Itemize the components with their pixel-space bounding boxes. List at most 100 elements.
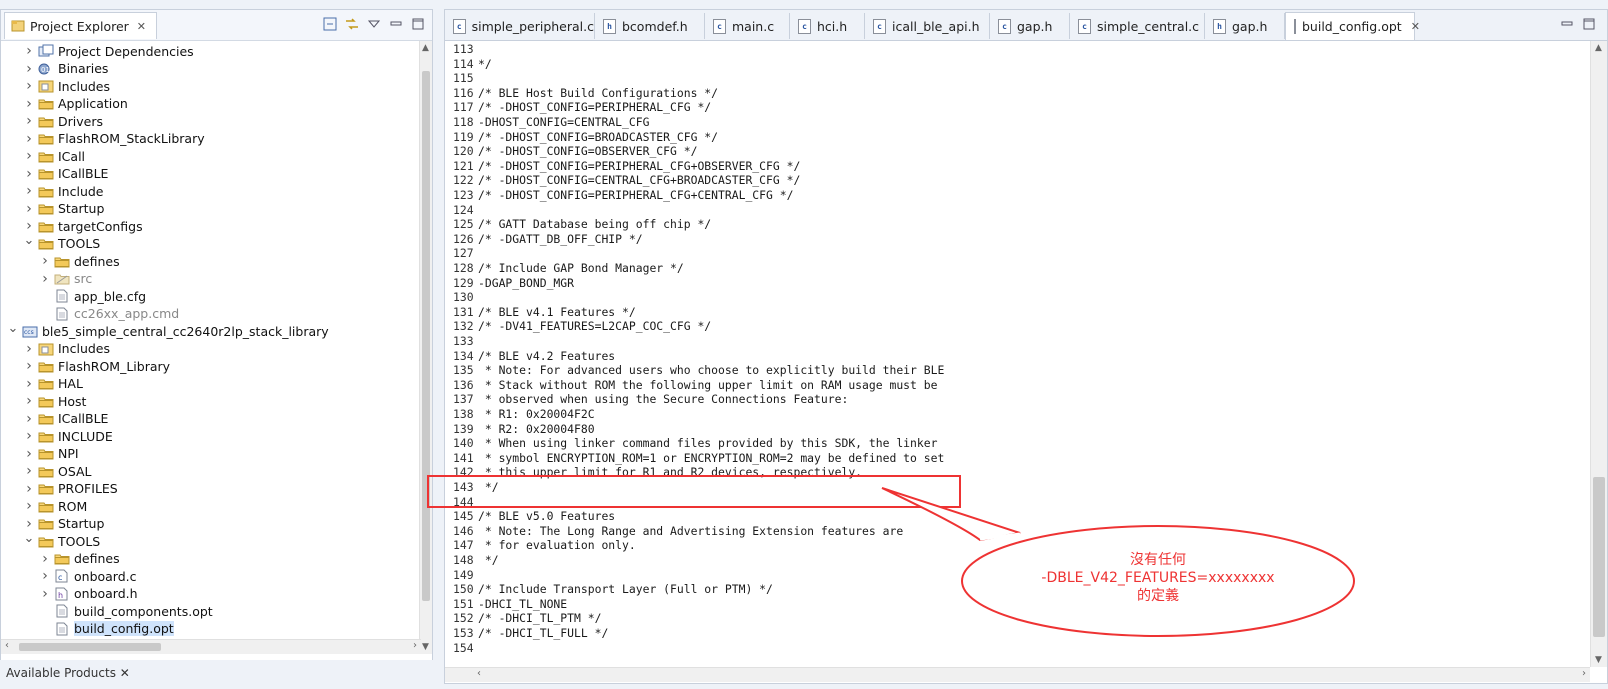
tree-item-cc26xx-app-cmd[interactable]: cc26xx_app.cmd [39, 305, 179, 323]
minimize-icon[interactable] [388, 16, 404, 32]
available-products-tab[interactable]: Available Products ✕ [6, 666, 130, 680]
code-line[interactable]: 150 /* Include Transport Layer (Full or P… [453, 582, 773, 597]
chevron-right-icon[interactable]: › [23, 498, 35, 514]
code-line[interactable]: 115 [453, 71, 478, 86]
code-line[interactable]: 131 /* BLE v4.1 Features */ [453, 305, 636, 320]
editor-tab-hci-h[interactable]: c hci.h [790, 13, 865, 39]
maximize-icon[interactable] [410, 16, 426, 32]
tree-horizontal-scrollbar[interactable]: ‹ › [1, 639, 421, 654]
chevron-right-icon[interactable]: › [23, 516, 35, 532]
code-line[interactable]: 123 /* -DHOST_CONFIG=PERIPHERAL_CFG+CENTR… [453, 188, 793, 203]
editor-horizontal-scrollbar[interactable]: ‹ › [445, 667, 1590, 682]
code-line[interactable]: 151 -DHCI_TL_NONE [453, 597, 567, 612]
code-line[interactable]: 133 [453, 334, 478, 349]
chevron-right-icon[interactable]: › [23, 78, 35, 94]
tree-vertical-scrollbar[interactable]: ▲ ▼ [419, 41, 432, 654]
chevron-right-icon[interactable]: › [23, 446, 35, 462]
code-line[interactable]: 153 /* -DHCI_TL_FULL */ [453, 626, 608, 641]
project-explorer-tab[interactable]: Project Explorer ✕ [4, 12, 158, 39]
editor-tab-main-c[interactable]: c main.c [705, 13, 790, 39]
editor-scroll-thumb[interactable] [1593, 477, 1605, 637]
chevron-right-icon[interactable]: › [23, 183, 35, 199]
tree-item-npi[interactable]: › NPI [23, 445, 78, 463]
editor-tab-simple-central-c[interactable]: c simple_central.c [1070, 13, 1205, 39]
tree-item-profiles[interactable]: › PROFILES [23, 480, 118, 498]
tree-hscroll-thumb[interactable] [19, 643, 161, 651]
code-line[interactable]: 113 [453, 42, 478, 57]
tree-scroll-thumb[interactable] [422, 71, 430, 601]
tree-item-targetconfigs[interactable]: › targetConfigs [23, 217, 142, 235]
tree-item-flashrom-stacklibrary[interactable]: › FlashROM_StackLibrary [23, 130, 204, 148]
tree-item-includes[interactable]: › Includes [23, 340, 110, 358]
code-line[interactable]: 125 /* GATT Database being off chip */ [453, 217, 711, 232]
tree-item-icallble[interactable]: › ICallBLE [23, 410, 108, 428]
chevron-right-icon[interactable]: › [23, 481, 35, 497]
tree-item-include[interactable]: › INCLUDE [23, 427, 113, 445]
editor-maximize-icon[interactable] [1581, 16, 1597, 32]
tree-item-build-components-opt[interactable]: build_components.opt [39, 602, 213, 620]
code-line[interactable]: 152 /* -DHCI_TL_PTM */ [453, 611, 601, 626]
close-tab-icon[interactable]: ✕ [1411, 20, 1420, 33]
scroll-left-icon[interactable]: ‹ [5, 640, 9, 651]
collapse-all-icon[interactable] [322, 16, 338, 32]
editor-scroll-left-icon[interactable]: ‹ [477, 668, 481, 679]
chevron-right-icon[interactable]: › [23, 43, 35, 59]
chevron-right-icon[interactable]: › [39, 568, 51, 584]
chevron-right-icon[interactable]: › [23, 166, 35, 182]
chevron-right-icon[interactable]: › [23, 96, 35, 112]
code-line[interactable]: 141 * symbol ENCRYPTION_ROM=1 or ENCRYPT… [453, 451, 944, 466]
tree-item-host[interactable]: › Host [23, 392, 86, 410]
tree-item-project-dependencies[interactable]: › Project Dependencies [23, 42, 194, 60]
code-line[interactable]: 147 * for evaluation only. [453, 538, 636, 553]
tree-item-osal[interactable]: › OSAL [23, 462, 91, 480]
tree-item-defines[interactable]: › defines [39, 550, 119, 568]
code-line[interactable]: 129 -DGAP_BOND_MGR [453, 276, 574, 291]
chevron-right-icon[interactable]: › [23, 218, 35, 234]
chevron-right-icon[interactable]: › [23, 148, 35, 164]
tree-item-app-ble-cfg[interactable]: app_ble.cfg [39, 287, 146, 305]
code-line[interactable]: 116 /* BLE Host Build Configurations */ [453, 86, 718, 101]
code-line[interactable]: 118 -DHOST_CONFIG=CENTRAL_CFG [453, 115, 649, 130]
chevron-right-icon[interactable]: › [23, 131, 35, 147]
chevron-right-icon[interactable]: › [23, 411, 35, 427]
code-line[interactable]: 130 [453, 290, 478, 305]
chevron-right-icon[interactable]: › [23, 201, 35, 217]
editor-vertical-scrollbar[interactable]: ▲ ▼ [1590, 41, 1607, 667]
code-line[interactable]: 137 * observed when using the Secure Con… [453, 392, 848, 407]
chevron-right-icon[interactable]: › [23, 393, 35, 409]
editor-scroll-down-icon[interactable]: ▼ [1595, 655, 1602, 665]
tree-item-includes[interactable]: › Includes [23, 77, 110, 95]
tree-item-startup[interactable]: › Startup [23, 200, 104, 218]
tree-item-rom[interactable]: › ROM [23, 497, 87, 515]
code-line[interactable]: 120 /* -DHOST_CONFIG=OBSERVER_CFG */ [453, 144, 697, 159]
scroll-right-icon[interactable]: › [413, 640, 417, 651]
chevron-right-icon[interactable]: › [23, 358, 35, 374]
tree-item-startup[interactable]: › Startup [23, 515, 104, 533]
code-line[interactable]: 127 [453, 246, 478, 261]
tree-item-src[interactable]: › src [39, 270, 92, 288]
tree-item-binaries[interactable]: › 01 Binaries [23, 60, 108, 78]
code-line[interactable]: 126 /* -DGATT_DB_OFF_CHIP */ [453, 232, 643, 247]
tree-item-onboard-h[interactable]: › h onboard.h [39, 585, 137, 603]
code-line[interactable]: 138 * R1: 0x20004F2C [453, 407, 595, 422]
chevron-right-icon[interactable]: › [23, 113, 35, 129]
code-line[interactable]: 119 /* -DHOST_CONFIG=BROADCASTER_CFG */ [453, 130, 718, 145]
editor-scroll-up-icon[interactable]: ▲ [1595, 43, 1602, 53]
tree-item-drivers[interactable]: › Drivers [23, 112, 103, 130]
editor-tab-icall-ble-api-h[interactable]: c icall_ble_api.h [865, 13, 990, 39]
chevron-right-icon[interactable]: › [39, 551, 51, 567]
tree-item-application[interactable]: › Application [23, 95, 128, 113]
code-line[interactable]: 114 */ [453, 57, 492, 72]
code-line[interactable]: 134 /* BLE v4.2 Features [453, 349, 615, 364]
tree-item-build-config-opt[interactable]: build_config.opt [39, 620, 174, 638]
editor-tab-gap-h[interactable]: c gap.h [990, 13, 1070, 39]
editor-tab-build-config-opt[interactable]: build_config.opt ✕ [1285, 12, 1420, 40]
tree-item-tools[interactable]: ⌄ TOOLS [23, 531, 101, 550]
tree-item-onboard-c[interactable]: › c onboard.c [39, 567, 136, 585]
code-line[interactable]: 132 /* -DV41_FEATURES=L2CAP_COC_CFG */ [453, 319, 711, 334]
chevron-down-icon[interactable]: ⌄ [23, 531, 35, 546]
code-line[interactable]: 121 /* -DHOST_CONFIG=PERIPHERAL_CFG+OBSER… [453, 159, 800, 174]
chevron-down-icon[interactable]: ⌄ [7, 321, 19, 336]
code-line[interactable]: 149 [453, 568, 478, 583]
code-line[interactable]: 146 * Note: The Long Range and Advertisi… [453, 524, 903, 539]
